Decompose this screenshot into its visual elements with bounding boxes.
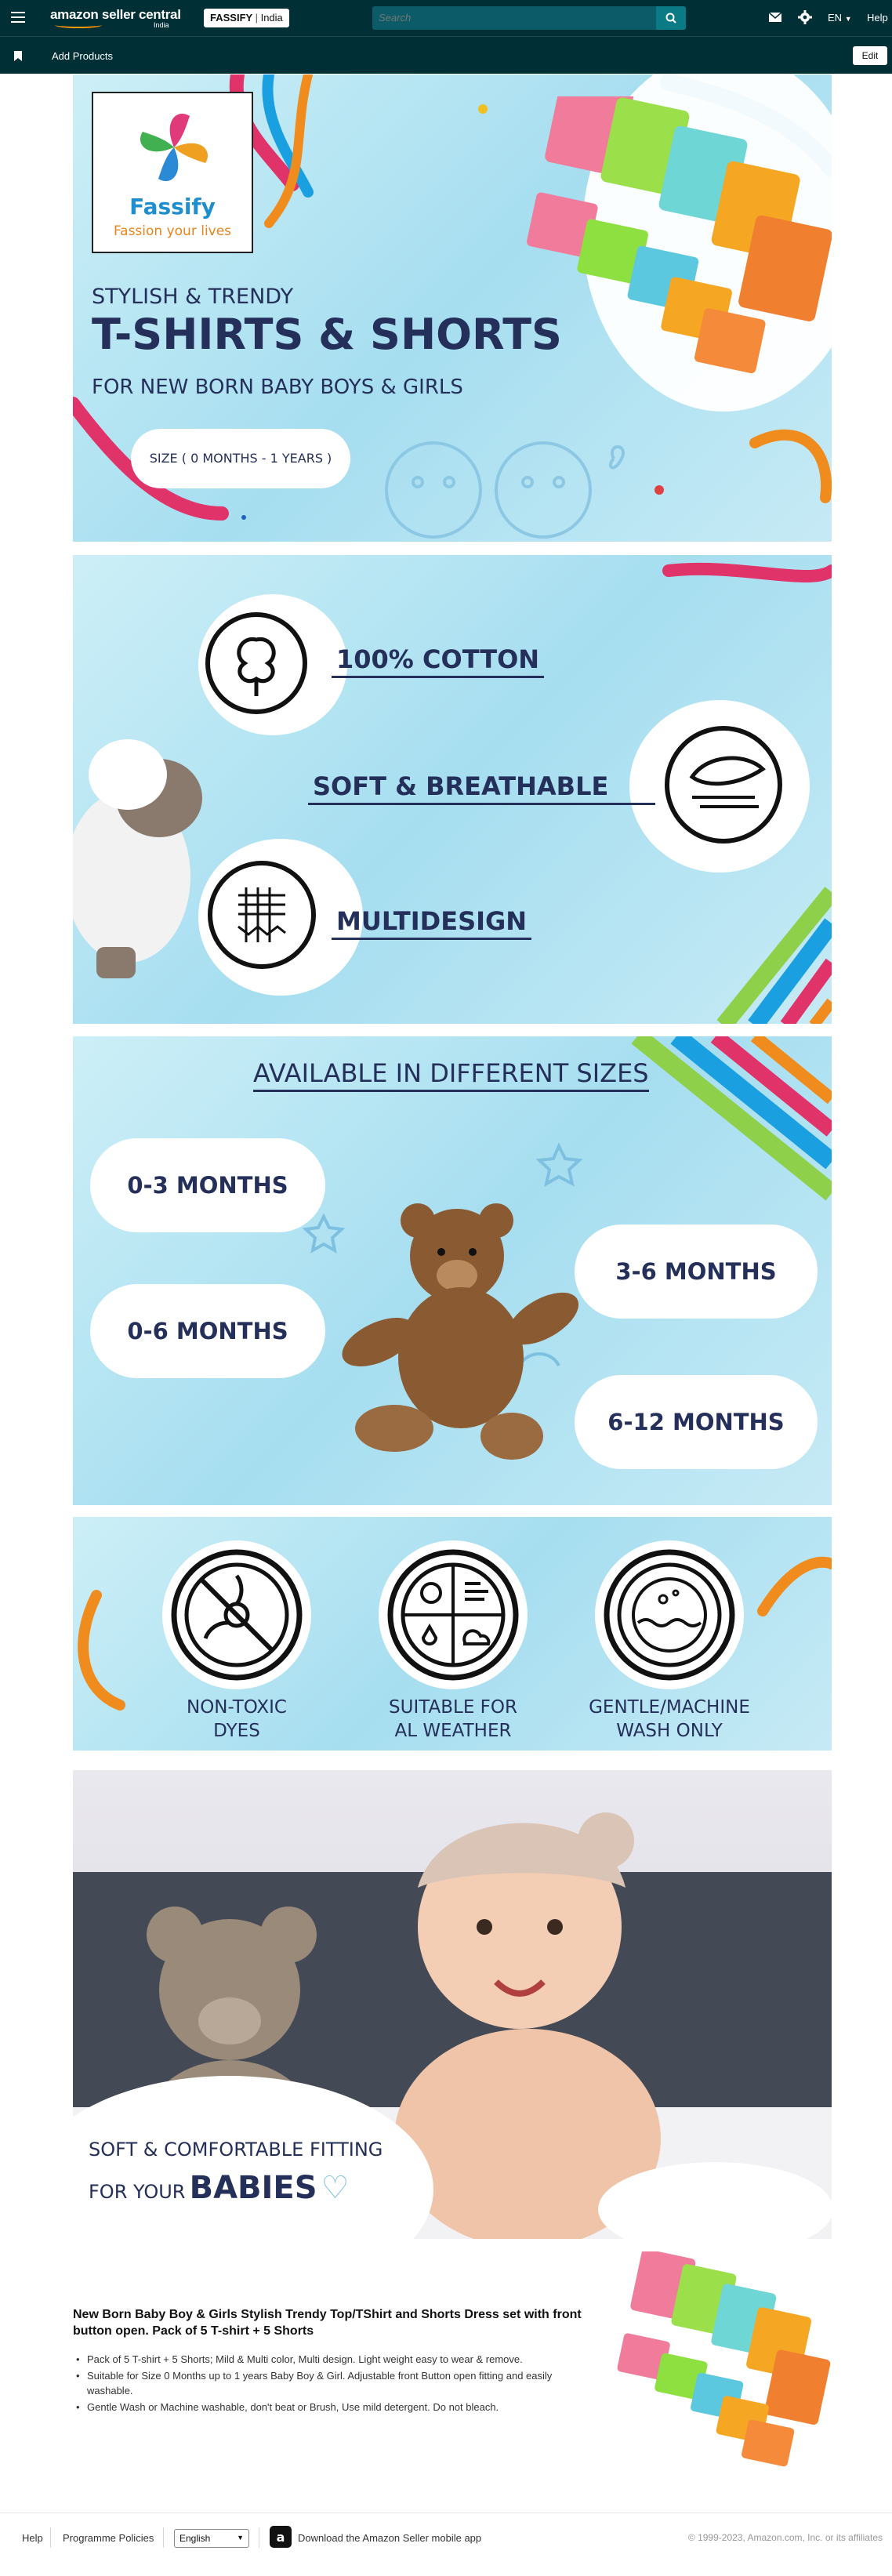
amazon-app-icon[interactable]: a (270, 2526, 292, 2548)
search-button[interactable] (656, 6, 686, 30)
gear-icon[interactable] (798, 10, 812, 24)
language-label: EN (828, 12, 843, 24)
seller-central-logo[interactable]: amazon seller central (50, 7, 181, 23)
banner-baby-photo: SOFT & COMFORTABLE FITTING FOR YOUR BABI… (73, 1770, 832, 2239)
language-selector[interactable]: EN ▼ (828, 12, 852, 24)
care-wash-label: GENTLE/MACHINE WASH ONLY (575, 1696, 763, 1743)
secondary-navbar: Add Products Edit (0, 36, 892, 74)
chevron-down-icon: ▼ (237, 2534, 244, 2542)
caption-line-1: SOFT & COMFORTABLE FITTING (89, 2139, 383, 2161)
feature-cotton-label: 100% COTTON (332, 644, 545, 678)
add-products-link[interactable]: Add Products (52, 50, 113, 62)
size-range-pill: SIZE ( 0 MONTHS - 1 YEARS ) (131, 429, 350, 488)
chevron-down-icon: ▼ (844, 15, 852, 23)
cotton-icon (205, 612, 307, 714)
non-toxic-icon (171, 1549, 303, 1681)
washing-machine-icon (604, 1549, 735, 1681)
footer-language-value: English (179, 2533, 211, 2544)
store-region: India (260, 12, 283, 24)
care-label-line: AL WEATHER (394, 1721, 512, 1741)
listing-bullets: Pack of 5 T-shirt + 5 Shorts; Mild & Mul… (73, 2352, 590, 2416)
size-option-0-6: 0-6 MONTHS (90, 1284, 325, 1378)
care-label-line: DYES (213, 1721, 260, 1741)
fabric-pattern-icon (208, 861, 316, 969)
footer-language-select[interactable]: English ▼ (174, 2529, 249, 2548)
banner-care: NON-TOXIC DYES SUITABLE FOR AL WEATHER G… (73, 1517, 832, 1751)
banner-eyebrow: STYLISH & TRENDY (92, 285, 294, 309)
feature-soft-label: SOFT & BREATHABLE (308, 771, 656, 805)
feature-multidesign-label: MULTIDESIGN (332, 906, 532, 940)
pinwheel-logo-icon (140, 113, 208, 182)
banner-subtitle: FOR NEW BORN BABY BOYS & GIRLS (92, 376, 463, 399)
banner-product-intro: Fassify Fassion your lives STYLISH & TRE… (73, 74, 832, 542)
footer-app-link[interactable]: Download the Amazon Seller mobile app (298, 2532, 481, 2544)
care-label-line: GENTLE/MACHINE (589, 1697, 750, 1718)
weather-icon (387, 1549, 519, 1681)
sizes-title: AVAILABLE IN DIFFERENT SIZES (253, 1058, 649, 1092)
amazon-smile-icon (55, 22, 102, 28)
brand-logo: Fassify Fassion your lives (92, 92, 253, 253)
svg-text:a: a (277, 2530, 285, 2545)
footer-divider (163, 2527, 164, 2548)
footer-help-link[interactable]: Help (22, 2532, 43, 2544)
care-label-line: SUITABLE FOR (389, 1697, 517, 1718)
care-label-line: WASH ONLY (616, 1721, 723, 1741)
page-footer: Help Programme Policies English ▼ a Downl… (0, 2513, 892, 2560)
bookmark-icon[interactable] (14, 51, 22, 61)
clothing-set-image (527, 96, 832, 374)
store-name: FASSIFY (210, 12, 252, 24)
search-icon (665, 13, 676, 24)
search-input[interactable] (379, 12, 629, 24)
size-option-0-3: 0-3 MONTHS (90, 1138, 325, 1232)
edit-button[interactable]: Edit (853, 46, 887, 65)
mail-icon[interactable] (768, 11, 782, 24)
search-bar (372, 6, 686, 30)
list-item: Pack of 5 T-shirt + 5 Shorts; Mild & Mul… (73, 2352, 590, 2367)
hamburger-menu-icon[interactable] (11, 12, 25, 24)
list-item: Suitable for Size 0 Months up to 1 years… (73, 2368, 590, 2398)
banner-title: T-SHIRTS & SHORTS (92, 310, 562, 359)
list-item: Gentle Wash or Machine washable, don't b… (73, 2400, 590, 2415)
store-selector[interactable]: FASSIFY | India (204, 9, 289, 27)
care-non-toxic-label: NON-TOXIC DYES (147, 1696, 327, 1743)
toy-sheep-image (73, 739, 202, 978)
logo-tagline: Fassion your lives (113, 223, 232, 239)
footer-copyright: © 1999-2023, Amazon.com, Inc. or its aff… (687, 2532, 883, 2543)
footer-policies-link[interactable]: Programme Policies (63, 2532, 154, 2544)
footer-divider (50, 2527, 51, 2548)
help-link[interactable]: Help (867, 12, 888, 24)
caption-for-your: FOR YOUR (89, 2181, 186, 2203)
logo-brand-name: Fassify (129, 194, 216, 220)
top-navbar: amazon seller central India FASSIFY | In… (0, 0, 892, 36)
size-option-3-6: 3-6 MONTHS (575, 1225, 818, 1319)
care-weather-label: SUITABLE FOR AL WEATHER (363, 1696, 543, 1743)
listing-title: New Born Baby Boy & Girls Stylish Trendy… (73, 2308, 582, 2338)
caption-babies: BABIES (189, 2170, 317, 2206)
caption-line-2: FOR YOUR BABIES ♡ (89, 2170, 349, 2206)
product-thumbnail-image (617, 2251, 831, 2467)
care-label-line: NON-TOXIC (187, 1697, 287, 1718)
seller-central-region: India (154, 21, 169, 29)
banner-features: 100% COTTON SOFT & BREATHABLE MULTIDESIG… (73, 555, 832, 1024)
teddy-bear-image (342, 1203, 579, 1460)
banner-sizes: AVAILABLE IN DIFFERENT SIZES 0-3 MONTHS … (73, 1036, 832, 1505)
heart-icon: ♡ (321, 2170, 350, 2206)
leaf-softness-icon (665, 726, 782, 844)
store-divider: | (255, 12, 261, 24)
size-option-6-12: 6-12 MONTHS (575, 1375, 818, 1469)
